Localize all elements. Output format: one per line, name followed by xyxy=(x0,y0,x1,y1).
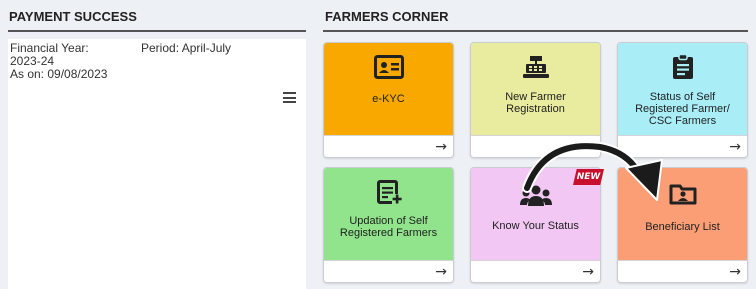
card-e-kyc-body: e-KYC xyxy=(324,43,453,135)
clipboard-icon xyxy=(672,53,694,81)
card-beneficiary-list-body: Beneficiary List xyxy=(618,168,747,260)
card-beneficiary-list[interactable]: Beneficiary List → xyxy=(617,167,748,283)
arrow-right-icon[interactable]: → xyxy=(435,264,447,280)
card-e-kyc-footer: → xyxy=(324,135,453,157)
cash-register-icon xyxy=(522,53,550,81)
id-card-icon xyxy=(373,53,404,81)
arrow-right-icon[interactable]: → xyxy=(729,264,741,280)
card-know-your-status-footer: → xyxy=(471,260,600,282)
card-new-farmer-registration-body: New Farmer Registration xyxy=(471,43,600,135)
folder-user-icon xyxy=(669,180,697,208)
arrow-right-icon[interactable]: → xyxy=(729,139,741,155)
group-icon xyxy=(519,182,552,210)
new-badge: NEW xyxy=(573,169,604,185)
card-updation-self-registered[interactable]: Updation of Self Registered Farmers → xyxy=(323,167,454,283)
payment-chart-area xyxy=(8,80,306,289)
card-status-self-registered-body: Status of Self Registered Farmer/ CSC Fa… xyxy=(618,43,747,135)
card-status-self-registered[interactable]: Status of Self Registered Farmer/ CSC Fa… xyxy=(617,42,748,158)
card-updation-self-registered-footer: → xyxy=(324,260,453,282)
card-know-your-status-label: Know Your Status xyxy=(492,220,579,232)
farmers-corner-title: FARMERS CORNER xyxy=(325,9,449,24)
card-beneficiary-list-footer: → xyxy=(618,260,747,282)
card-e-kyc-label: e-KYC xyxy=(372,93,405,105)
edit-document-icon xyxy=(376,178,402,206)
farmers-title-divider xyxy=(323,30,748,32)
payment-title-divider xyxy=(8,30,306,32)
card-new-farmer-registration-footer: → xyxy=(471,135,600,157)
card-updation-self-registered-body: Updation of Self Registered Farmers xyxy=(324,168,453,260)
card-status-self-registered-label: Status of Self Registered Farmer/ CSC Fa… xyxy=(635,91,730,127)
hamburger-menu-icon[interactable] xyxy=(283,92,296,103)
card-e-kyc[interactable]: e-KYC → xyxy=(323,42,454,158)
arrow-right-icon[interactable]: → xyxy=(582,139,594,155)
card-new-farmer-registration[interactable]: New Farmer Registration → xyxy=(470,42,601,158)
payment-success-title: PAYMENT SUCCESS xyxy=(9,9,137,24)
arrow-right-icon[interactable]: → xyxy=(435,139,447,155)
arrow-right-icon[interactable]: → xyxy=(582,264,594,280)
card-beneficiary-list-label: Beneficiary List xyxy=(645,221,720,233)
card-new-farmer-registration-label: New Farmer Registration xyxy=(505,91,566,115)
card-status-self-registered-footer: → xyxy=(618,135,747,157)
period-text: Period: April-July xyxy=(141,41,232,55)
card-updation-self-registered-label: Updation of Self Registered Farmers xyxy=(339,215,438,239)
